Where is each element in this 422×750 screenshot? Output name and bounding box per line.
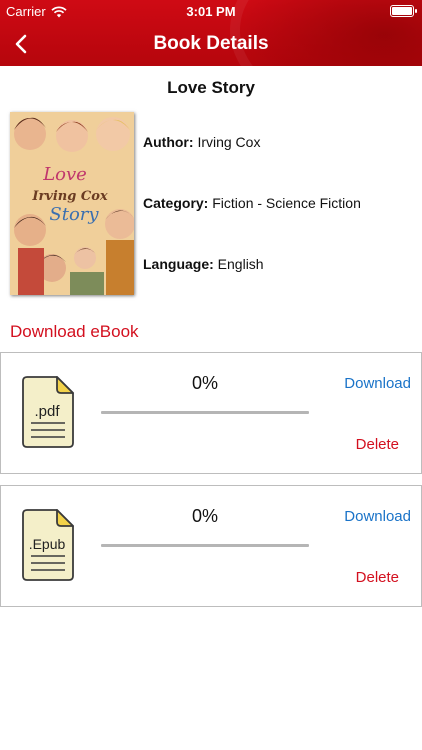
page-title: Book Details [153, 33, 269, 54]
epub-download-button[interactable]: Download [344, 508, 411, 525]
pdf-download-button[interactable]: Download [344, 375, 411, 392]
cover-title-line3: Story [49, 204, 99, 225]
pdf-progress-bar [101, 411, 309, 414]
download-card-pdf: .pdf 0% Download Delete [0, 352, 422, 474]
status-bar: Carrier 3:01 PM [0, 0, 422, 22]
epub-progress-percent: 0% [191, 506, 218, 526]
category-label: Category: [143, 195, 209, 211]
epub-delete-button[interactable]: Delete [356, 569, 399, 586]
navigation-bar: Carrier 3:01 PM Book Details [0, 0, 422, 66]
category-row: Category: Fiction - Science Fiction [143, 195, 361, 211]
battery-icon [390, 5, 417, 17]
epub-format-label: .Epub [29, 536, 66, 552]
author-label: Author: [143, 134, 194, 150]
book-title: Love Story [167, 78, 255, 97]
pdf-format-label: .pdf [34, 403, 60, 420]
category-value: Fiction - Science Fiction [212, 195, 361, 211]
download-section-title: Download eBook [10, 322, 139, 341]
download-card-epub: .Epub 0% Download Delete [0, 485, 422, 607]
pdf-progress-percent: 0% [191, 373, 218, 393]
author-value: Irving Cox [197, 134, 261, 150]
epub-progress-bar [101, 544, 309, 547]
cover-author: Irving Cox [31, 189, 108, 204]
language-label: Language: [143, 256, 214, 272]
cover-title-line1: Love [42, 164, 87, 185]
author-row: Author: Irving Cox [143, 134, 260, 150]
epub-file-icon: .Epub [22, 509, 74, 581]
status-time: 3:01 PM [186, 4, 236, 19]
pdf-delete-button[interactable]: Delete [356, 436, 399, 453]
pdf-file-icon: .pdf [22, 376, 74, 448]
language-row: Language: English [143, 256, 264, 272]
language-value: English [217, 256, 264, 272]
book-cover-image: Love Irving Cox Story [10, 112, 134, 295]
